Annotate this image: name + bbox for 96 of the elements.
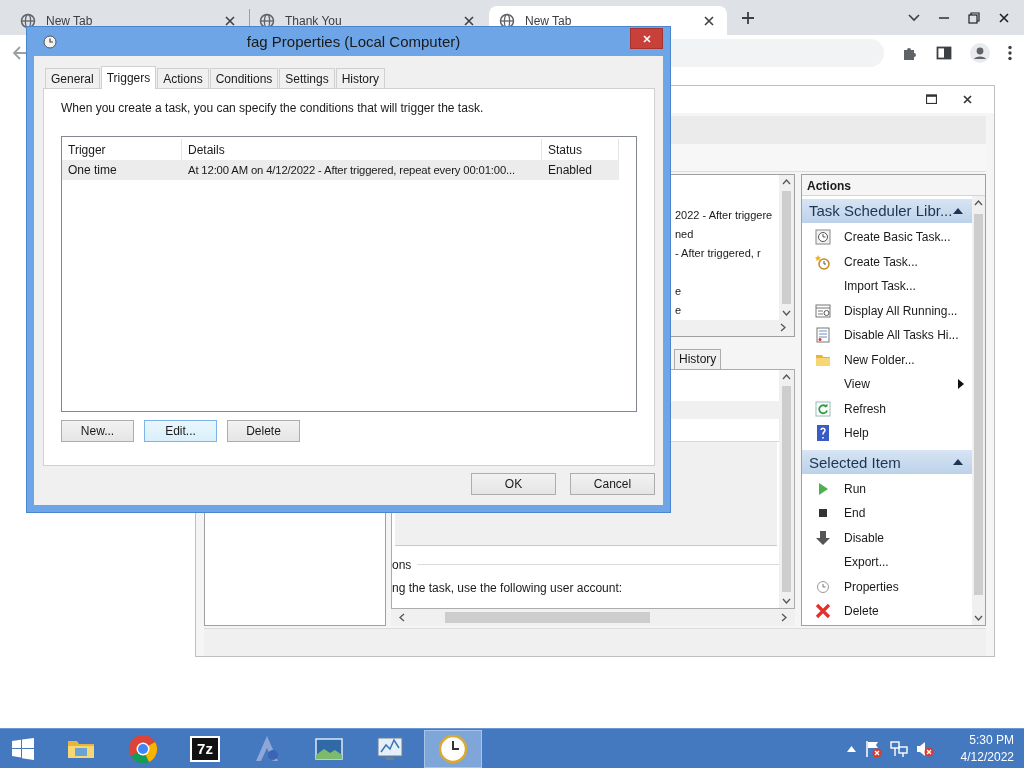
task-clock-icon — [815, 229, 831, 246]
section-heading: ons — [392, 557, 412, 572]
scroll-right-icon[interactable] — [780, 323, 786, 333]
clock-icon — [815, 578, 831, 595]
close-icon — [961, 93, 973, 105]
help-icon — [815, 425, 831, 442]
clock-display[interactable]: 5:30 PM 4/12/2022 — [954, 731, 1014, 766]
muted-speaker-icon[interactable] — [916, 739, 934, 758]
window-title: fag Properties (Local Computer) — [245, 33, 462, 50]
profile-icon[interactable] — [970, 42, 990, 63]
tab[interactable]: Triggers — [100, 66, 157, 89]
globe-icon — [20, 12, 36, 29]
back-arrow-icon[interactable] — [12, 44, 28, 61]
x-mark-icon — [815, 603, 831, 620]
action-item[interactable]: Help — [802, 420, 973, 446]
action-item[interactable]: Create Basic Task... — [802, 224, 973, 250]
restore-icon[interactable] — [968, 11, 980, 24]
taskbar-app-button[interactable]: 7z — [176, 729, 234, 768]
scrollbar[interactable] — [391, 609, 795, 627]
network-icon[interactable] — [890, 739, 908, 758]
action-item[interactable]: Refresh — [802, 396, 973, 421]
list-text: - After triggered, r — [675, 245, 762, 261]
section-header[interactable]: Selected Item — [802, 450, 973, 475]
scroll-down-icon[interactable] — [974, 615, 984, 622]
down-arrow-icon — [815, 529, 831, 546]
section-header[interactable]: Task Scheduler Libr... — [802, 198, 973, 223]
tab[interactable]: Conditions — [209, 68, 279, 88]
action-item[interactable]: New Folder... — [802, 347, 973, 372]
table-cell-text: Enabled — [547, 163, 594, 177]
scrollbar[interactable] — [779, 174, 794, 320]
taskbar-app-button[interactable] — [424, 729, 482, 768]
scroll-down-icon[interactable] — [782, 309, 791, 316]
action-item[interactable]: Create Task... — [802, 249, 973, 274]
close-icon[interactable] — [998, 11, 1010, 24]
window-list-icon — [815, 302, 831, 319]
close-icon[interactable] — [224, 14, 236, 27]
plus-icon[interactable] — [741, 10, 755, 25]
scroll-up-icon[interactable] — [782, 178, 791, 185]
tab[interactable]: General — [45, 68, 100, 88]
table-row[interactable]: One time At 12:00 AM on 4/12/2022 - After triggered, repeat every 00:01:00... Enabled — [62, 160, 619, 180]
flag-alert-icon[interactable] — [864, 739, 882, 758]
dialog-button[interactable]: Cancel — [570, 473, 655, 495]
action-item[interactable]: View — [802, 371, 973, 397]
list-text: e — [675, 302, 683, 318]
scroll-down-icon[interactable] — [782, 598, 791, 605]
browser-tab[interactable]: Thank You — [249, 6, 487, 35]
tab[interactable]: Settings — [279, 68, 335, 88]
action-item[interactable]: Run — [802, 476, 973, 501]
clock-icon — [437, 732, 469, 765]
description-text: When you create a task, you can specify the conditions that will trigger the task. — [61, 101, 485, 117]
document-list-icon — [815, 327, 831, 344]
action-item[interactable]: Disable All Tasks Hi... — [802, 322, 973, 348]
maximize-icon — [925, 94, 937, 105]
starred-clock-icon — [815, 253, 831, 270]
side-panel-icon[interactable] — [936, 44, 952, 61]
detail-text: ng the task, use the following user account: — [392, 580, 624, 595]
action-item[interactable]: Properties — [802, 574, 973, 599]
scroll-up-icon[interactable] — [974, 199, 984, 206]
action-item[interactable]: End — [802, 500, 973, 526]
action-item[interactable]: Display All Running... — [802, 298, 973, 323]
more-menu-icon[interactable] — [1008, 44, 1012, 61]
tab[interactable]: Actions — [157, 68, 209, 88]
globe-icon — [499, 12, 515, 29]
table-cell-text: One time — [67, 163, 118, 177]
list-text: 2022 - After triggere — [675, 207, 774, 223]
list-button[interactable]: Delete — [227, 420, 300, 442]
list-button[interactable]: New... — [61, 420, 134, 442]
action-item[interactable]: Delete — [802, 598, 973, 624]
close-icon[interactable] — [703, 14, 715, 27]
action-item[interactable]: Disable — [802, 525, 973, 550]
scroll-left-icon[interactable] — [399, 613, 405, 623]
close-icon — [641, 33, 652, 44]
caret-down-icon[interactable] — [908, 13, 920, 22]
action-item[interactable]: Export... — [802, 549, 973, 575]
table-cell-text: At 12:00 AM on 4/12/2022 - After triggered, repeat every 00:01:00... — [187, 164, 517, 176]
list-text: ned — [675, 226, 695, 242]
scrollbar[interactable] — [972, 195, 985, 626]
windows-logo-icon[interactable] — [12, 737, 34, 760]
refresh-icon — [815, 400, 831, 417]
close-icon[interactable] — [463, 14, 475, 27]
action-item[interactable]: Import Task... — [802, 273, 973, 299]
list-text: e — [675, 283, 683, 299]
pane-header: Actions — [802, 174, 985, 196]
scroll-right-icon[interactable] — [781, 613, 787, 623]
clock-icon — [43, 34, 57, 49]
tab[interactable]: History — [674, 348, 722, 369]
scrollbar[interactable] — [779, 369, 794, 609]
list-button[interactable]: Edit... — [144, 420, 217, 442]
scroll-up-icon[interactable] — [782, 373, 791, 380]
browser-icon — [127, 732, 159, 765]
globe-icon — [259, 12, 275, 29]
tab[interactable]: History — [335, 68, 386, 88]
show-hidden-icons-icon[interactable] — [847, 745, 856, 752]
browser-tab[interactable]: New Tab — [10, 6, 248, 35]
archiver-logo: 7z — [190, 735, 220, 762]
dialog-button[interactable]: OK — [471, 473, 556, 495]
